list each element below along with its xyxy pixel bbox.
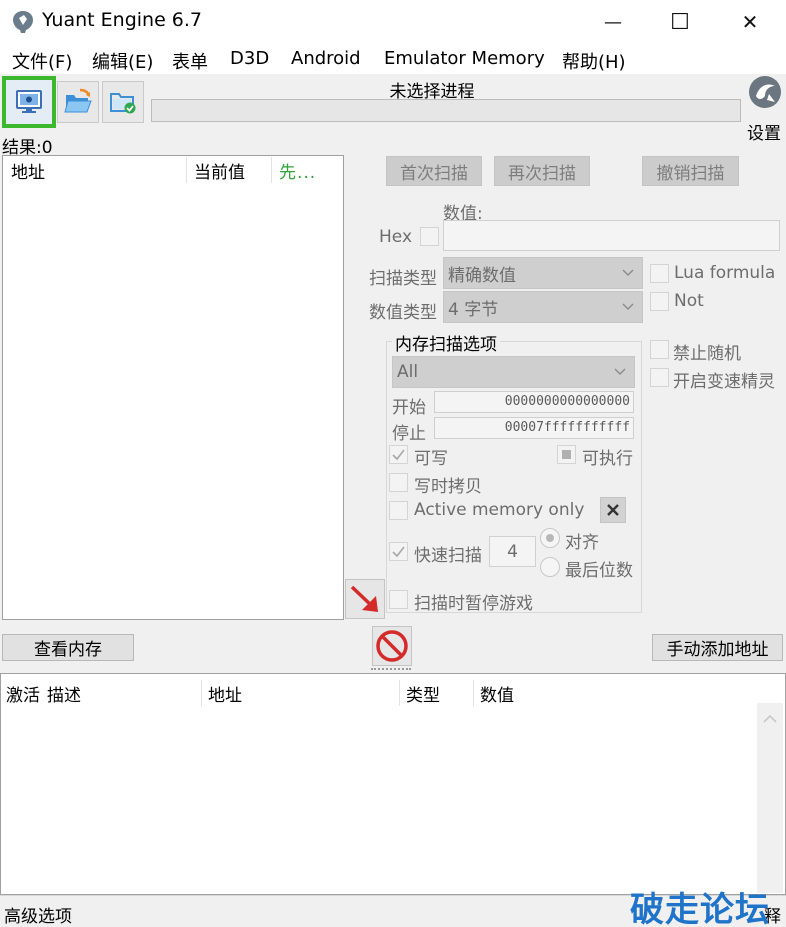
value-input[interactable] bbox=[443, 220, 780, 251]
pause-game-label: 扫描时暂停游戏 bbox=[414, 594, 533, 614]
close-button[interactable]: ✕ bbox=[730, 8, 770, 36]
settings-label[interactable]: 设置 bbox=[747, 119, 781, 144]
no-random-label: 禁止随机 bbox=[673, 344, 741, 364]
undo-scan-button[interactable]: 撤销扫描 bbox=[642, 156, 739, 186]
app-logo-icon bbox=[13, 11, 33, 33]
close-icon bbox=[607, 504, 619, 516]
window-title: Yuant Engine 6.7 bbox=[42, 9, 203, 31]
fast-scan-alignment-input[interactable]: 4 bbox=[489, 536, 536, 567]
column-divider bbox=[399, 680, 400, 706]
stop-address-input[interactable]: 00007fffffffffff bbox=[434, 417, 634, 439]
pause-game-checkbox[interactable] bbox=[389, 590, 408, 609]
check-icon bbox=[392, 546, 405, 558]
value-type-select[interactable]: 4 字节 bbox=[443, 291, 643, 323]
hex-checkbox[interactable] bbox=[420, 227, 439, 246]
open-file-button[interactable] bbox=[57, 81, 99, 123]
save-file-button[interactable] bbox=[102, 81, 144, 123]
active-memory-only-checkbox[interactable] bbox=[389, 501, 408, 520]
clear-active-memory-button[interactable] bbox=[600, 497, 626, 523]
column-value[interactable]: 数值 bbox=[480, 681, 514, 706]
column-address[interactable]: 地址 bbox=[11, 158, 45, 183]
hex-label: Hex bbox=[379, 227, 413, 247]
computer-process-icon bbox=[16, 90, 42, 113]
column-active[interactable]: 激活 bbox=[6, 681, 40, 706]
column-divider bbox=[271, 157, 272, 183]
maximize-button[interactable]: ☐ bbox=[660, 8, 700, 36]
menu-android[interactable]: Android bbox=[291, 48, 361, 69]
value-type-value: 4 字节 bbox=[448, 299, 499, 320]
last-digits-radio[interactable] bbox=[540, 557, 560, 577]
scan-progress-bar bbox=[151, 99, 741, 122]
found-address-list[interactable]: 地址 当前值 先... bbox=[2, 155, 344, 620]
column-divider bbox=[201, 680, 202, 706]
menu-file[interactable]: 文件(F) bbox=[12, 48, 72, 74]
chevron-down-icon bbox=[622, 303, 634, 310]
memory-region-select[interactable]: All bbox=[392, 356, 635, 388]
stop-address-label: 停止 bbox=[392, 424, 426, 444]
chevron-up-icon[interactable] bbox=[757, 709, 783, 729]
value-type-label: 数值类型 bbox=[369, 303, 437, 323]
writable-checkbox[interactable] bbox=[389, 445, 408, 464]
check-icon bbox=[392, 449, 405, 461]
view-memory-button[interactable]: 查看内存 bbox=[2, 634, 134, 661]
menu-table[interactable]: 表单 bbox=[172, 48, 208, 74]
column-previous-value[interactable]: 先... bbox=[279, 158, 316, 183]
executable-label: 可执行 bbox=[582, 449, 633, 469]
lua-formula-label: Lua formula bbox=[674, 263, 776, 283]
start-address-label: 开始 bbox=[392, 398, 426, 418]
watermark-text: 破走论坛 bbox=[630, 890, 770, 927]
align-radio[interactable] bbox=[540, 528, 560, 548]
menu-help[interactable]: 帮助(H) bbox=[562, 48, 626, 74]
menu-edit[interactable]: 编辑(E) bbox=[92, 48, 153, 74]
folder-open-icon bbox=[64, 88, 92, 113]
folder-save-icon bbox=[110, 93, 136, 114]
column-description[interactable]: 描述 bbox=[47, 681, 81, 706]
address-table-scrollbar[interactable] bbox=[757, 703, 783, 893]
minimize-button[interactable]: — bbox=[593, 8, 633, 36]
fast-scan-label: 快速扫描 bbox=[414, 546, 482, 566]
menu-emulator-memory[interactable]: Emulator Memory bbox=[384, 48, 545, 69]
stop-button[interactable] bbox=[372, 626, 412, 666]
fast-scan-checkbox[interactable] bbox=[389, 542, 408, 561]
chevron-down-icon bbox=[622, 269, 634, 276]
select-process-button[interactable] bbox=[2, 76, 56, 128]
scan-type-select[interactable]: 精确数值 bbox=[443, 257, 643, 289]
splitter-handle[interactable] bbox=[371, 668, 411, 671]
not-checkbox[interactable] bbox=[650, 292, 669, 311]
not-label: Not bbox=[674, 291, 704, 311]
column-divider bbox=[473, 680, 474, 706]
executable-checkbox[interactable] bbox=[557, 445, 576, 464]
menu-bar: 文件(F) 编辑(E) 表单 D3D Android Emulator Memo… bbox=[0, 44, 786, 74]
next-scan-button[interactable]: 再次扫描 bbox=[494, 156, 590, 186]
column-type[interactable]: 类型 bbox=[406, 681, 440, 706]
copy-on-write-label: 写时拷贝 bbox=[414, 477, 482, 497]
last-digits-label: 最后位数 bbox=[565, 561, 633, 581]
lua-formula-checkbox[interactable] bbox=[650, 264, 669, 283]
menu-d3d[interactable]: D3D bbox=[230, 48, 269, 69]
copy-on-write-checkbox[interactable] bbox=[389, 473, 408, 492]
writable-label: 可写 bbox=[414, 449, 448, 469]
no-random-checkbox[interactable] bbox=[650, 340, 669, 359]
active-memory-only-label: Active memory only bbox=[414, 500, 585, 520]
column-divider bbox=[186, 157, 187, 183]
column-table-address[interactable]: 地址 bbox=[208, 681, 242, 706]
align-label: 对齐 bbox=[565, 533, 599, 553]
scan-type-label: 扫描类型 bbox=[369, 269, 437, 289]
speedhack-label: 开启变速精灵 bbox=[673, 372, 775, 392]
advanced-options-link[interactable]: 高级选项 bbox=[4, 902, 72, 927]
add-address-manually-button[interactable]: 手动添加地址 bbox=[652, 634, 783, 661]
add-to-table-button[interactable] bbox=[345, 579, 385, 619]
memory-region-value: All bbox=[397, 362, 419, 382]
address-table[interactable]: 激活 描述 地址 类型 数值 bbox=[0, 673, 786, 895]
memory-scan-options-title: 内存扫描选项 bbox=[392, 330, 500, 355]
column-current-value[interactable]: 当前值 bbox=[194, 158, 245, 183]
first-scan-button[interactable]: 首次扫描 bbox=[386, 156, 482, 186]
arrow-down-right-icon bbox=[350, 585, 378, 612]
chevron-down-icon bbox=[614, 368, 626, 375]
scan-type-value: 精确数值 bbox=[448, 265, 516, 286]
speedhack-checkbox[interactable] bbox=[650, 368, 669, 387]
start-address-input[interactable]: 0000000000000000 bbox=[434, 391, 634, 413]
settings-logo-icon[interactable] bbox=[747, 74, 783, 114]
stop-icon bbox=[376, 630, 408, 662]
